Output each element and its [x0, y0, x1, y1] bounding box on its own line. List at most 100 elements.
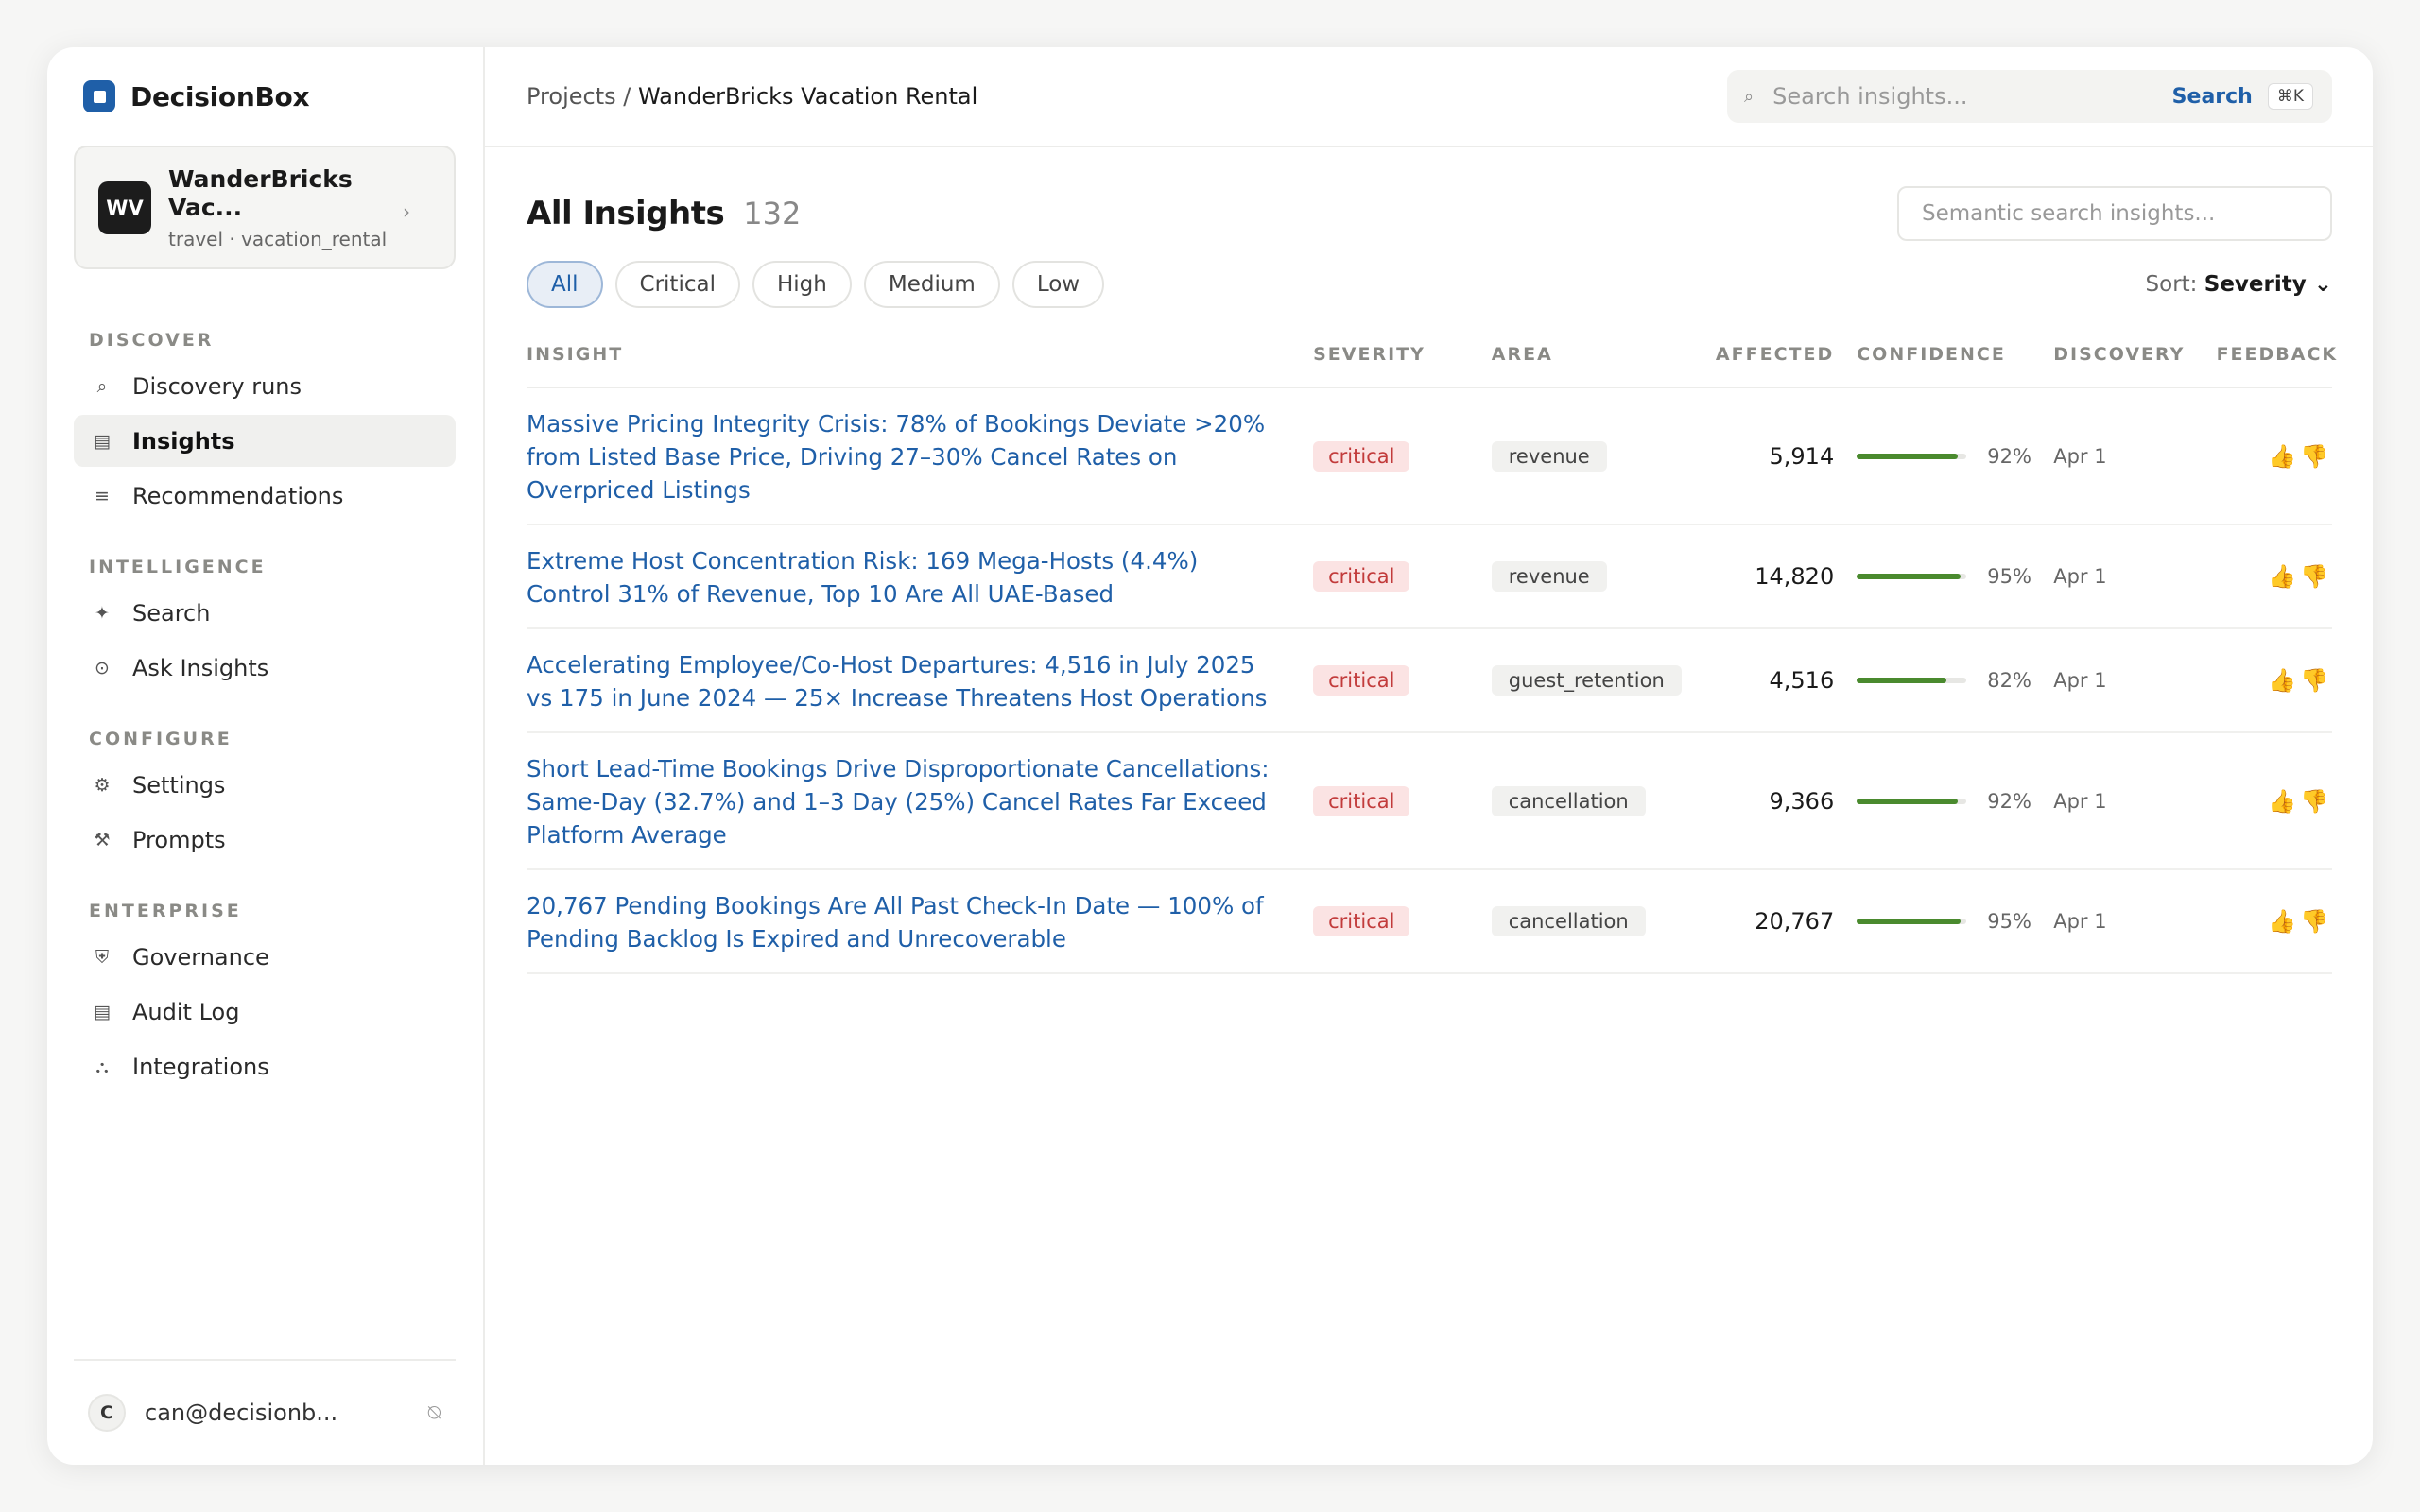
project-switcher[interactable]: WV WanderBricks Vac... travel · vacation… — [74, 146, 456, 269]
confidence-meter: 92% — [1857, 445, 2053, 468]
insight-title-link[interactable]: 20,767 Pending Bookings Are All Past Che… — [527, 870, 1313, 972]
confidence-meter: 82% — [1857, 669, 2053, 692]
feedback-cell: 👍👎 — [2216, 732, 2332, 870]
list-icon: ▤ — [94, 430, 111, 452]
global-search-input[interactable] — [1772, 83, 2172, 110]
area-badge: revenue — [1491, 561, 1607, 592]
sidebar-item-prompts[interactable]: ⚒ Prompts — [74, 814, 456, 866]
table-row[interactable]: Short Lead-Time Bookings Drive Dispropor… — [527, 732, 2332, 870]
table-row[interactable]: Extreme Host Concentration Risk: 169 Meg… — [527, 524, 2332, 629]
col-discovery[interactable]: DISCOVERY — [2053, 342, 2217, 388]
confidence-track — [1857, 453, 1967, 459]
user-email: can@decisionb... — [145, 1400, 338, 1426]
severity-badge: critical — [1313, 785, 1410, 816]
confidence-track — [1857, 919, 1967, 924]
avatar: C — [88, 1394, 126, 1432]
insight-title-link[interactable]: Extreme Host Concentration Risk: 169 Meg… — [527, 525, 1313, 627]
insight-title-link[interactable]: Accelerating Employee/Co-Host Departures… — [527, 629, 1313, 731]
sidebar: DecisionBox WV WanderBricks Vac... trave… — [47, 47, 485, 1465]
menu-icon: ≡ — [95, 485, 110, 507]
area-badge: guest_retention — [1491, 665, 1682, 696]
sidebar-item-audit-log[interactable]: ▤ Audit Log — [74, 986, 456, 1038]
thumbs-down-icon[interactable]: 👎 — [2300, 788, 2332, 815]
affected-count: 20,767 — [1693, 869, 1858, 974]
area-badge: cancellation — [1491, 906, 1646, 936]
semantic-search-input[interactable] — [1897, 186, 2332, 241]
severity-badge: critical — [1313, 906, 1410, 936]
table-row[interactable]: Accelerating Employee/Co-Host Departures… — [527, 628, 2332, 733]
sidebar-item-label: Discovery runs — [132, 372, 302, 400]
thumbs-down-icon[interactable]: 👎 — [2300, 563, 2332, 590]
brand-name: DecisionBox — [130, 80, 310, 112]
sidebar-item-integrations[interactable]: ⛬ Integrations — [74, 1040, 456, 1092]
insight-count: 132 — [743, 196, 802, 232]
thumbs-up-icon[interactable]: 👍 — [2268, 908, 2300, 935]
col-affected[interactable]: AFFECTED — [1693, 342, 1858, 388]
severity-badge: critical — [1313, 561, 1410, 592]
sidebar-item-label: Audit Log — [132, 998, 240, 1025]
confidence-fill — [1857, 453, 1958, 459]
affected-count: 5,914 — [1693, 387, 1858, 525]
table-row[interactable]: Massive Pricing Integrity Crisis: 78% of… — [527, 387, 2332, 525]
nav-section-title: INTELLIGENCE — [89, 557, 267, 577]
chat-icon: ⊙ — [95, 657, 110, 679]
project-meta: travel · vacation_rental — [168, 227, 388, 250]
col-feedback: FEEDBACK — [2216, 342, 2336, 388]
thumbs-up-icon[interactable]: 👍 — [2268, 443, 2300, 470]
filter-pill-all[interactable]: All — [527, 261, 603, 308]
project-avatar: WV — [98, 180, 151, 234]
breadcrumb-projects[interactable]: Projects — [527, 83, 616, 110]
filter-pill-low[interactable]: Low — [1011, 261, 1105, 308]
nav-section-title: ENTERPRISE — [89, 901, 242, 921]
insight-title-link[interactable]: Short Lead-Time Bookings Drive Dispropor… — [527, 733, 1313, 868]
feedback-cell: 👍👎 — [2216, 387, 2332, 525]
logout-icon[interactable]: ⍉ — [428, 1401, 441, 1425]
severity-filters: All Critical High Medium Low Sort: Severity … — [527, 259, 2332, 310]
filter-pill-high[interactable]: High — [752, 261, 852, 308]
discovery-date: Apr 1 — [2053, 732, 2217, 870]
confidence-meter: 95% — [1857, 565, 2053, 588]
sidebar-item-ask-insights[interactable]: ⊙ Ask Insights — [74, 642, 456, 694]
sidebar-item-insights[interactable]: ▤ Insights — [74, 415, 456, 467]
confidence-fill — [1857, 919, 1962, 924]
nav-section-title: DISCOVER — [89, 330, 215, 351]
table-row[interactable]: 20,767 Pending Bookings Are All Past Che… — [527, 869, 2332, 974]
shortcut-badge: ⌘K — [2267, 83, 2313, 110]
sidebar-item-label: Governance — [132, 943, 269, 971]
thumbs-up-icon[interactable]: 👍 — [2268, 563, 2300, 590]
topbar: Projects / WanderBricks Vacation Rental … — [485, 47, 2373, 147]
discovery-date: Apr 1 — [2053, 387, 2217, 525]
confidence-percent: 95% — [1987, 565, 2031, 588]
log-icon: ▤ — [94, 1001, 111, 1022]
sidebar-item-recommendations[interactable]: ≡ Recommendations — [74, 470, 456, 522]
discovery-date: Apr 1 — [2053, 869, 2217, 974]
confidence-meter: 92% — [1857, 790, 2053, 813]
brand[interactable]: DecisionBox — [74, 79, 456, 113]
confidence-track — [1857, 678, 1967, 683]
col-area[interactable]: AREA — [1491, 342, 1694, 388]
sort-label: Sort: — [2145, 272, 2198, 297]
sidebar-item-label: Settings — [132, 771, 226, 799]
confidence-percent: 95% — [1987, 910, 2031, 933]
main-content: Projects / WanderBricks Vacation Rental … — [485, 47, 2373, 1465]
col-severity[interactable]: SEVERITY — [1313, 342, 1492, 388]
thumbs-down-icon[interactable]: 👎 — [2300, 667, 2332, 694]
filter-pill-critical[interactable]: Critical — [614, 261, 740, 308]
sidebar-item-discovery-runs[interactable]: ⌕ Discovery runs — [74, 360, 456, 412]
feedback-cell: 👍👎 — [2216, 869, 2332, 974]
col-insight[interactable]: INSIGHT — [527, 342, 1314, 388]
col-confidence[interactable]: CONFIDENCE — [1857, 342, 2054, 388]
user-row[interactable]: C can@decisionb... ⍉ — [74, 1359, 456, 1465]
thumbs-up-icon[interactable]: 👍 — [2268, 667, 2300, 694]
sidebar-item-search[interactable]: ✦ Search — [74, 587, 456, 639]
thumbs-down-icon[interactable]: 👎 — [2300, 443, 2332, 470]
thumbs-up-icon[interactable]: 👍 — [2268, 788, 2300, 815]
search-button[interactable]: Search — [2172, 85, 2253, 109]
sidebar-item-settings[interactable]: ⚙ Settings — [74, 759, 456, 811]
insight-title-link[interactable]: Massive Pricing Integrity Crisis: 78% of… — [527, 388, 1313, 524]
sort-dropdown[interactable]: Sort: Severity ⌄ — [2146, 272, 2332, 297]
project-name: WanderBricks Vac... — [168, 164, 353, 221]
sidebar-item-governance[interactable]: ⛨ Governance — [74, 931, 456, 983]
filter-pill-medium[interactable]: Medium — [863, 261, 1000, 308]
thumbs-down-icon[interactable]: 👎 — [2300, 908, 2332, 935]
